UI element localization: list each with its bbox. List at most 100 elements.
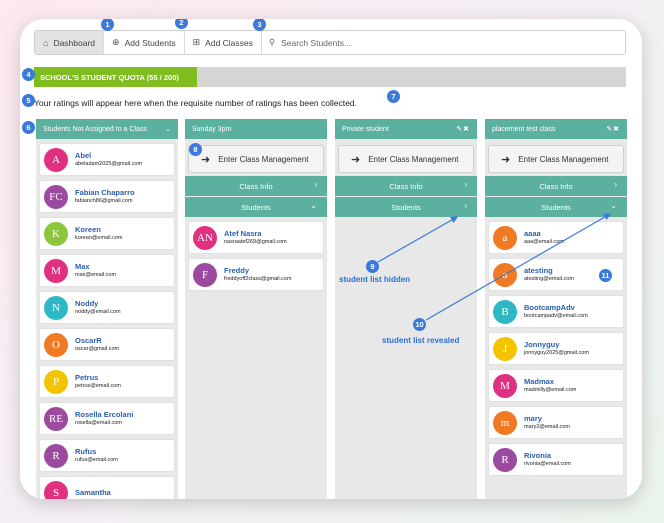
student-text: Rosella Ercolani rosella@email.com (75, 410, 133, 426)
student-card[interactable]: M Madmax madmilly@email.com (488, 369, 624, 402)
student-name[interactable]: Samantha (75, 488, 111, 497)
student-email: aaa@email.com (524, 238, 564, 245)
student-name[interactable]: Petrus (75, 373, 121, 382)
student-card[interactable]: RE Rosella Ercolani rosella@email.com (39, 402, 175, 435)
quota-label: SCHOOL'S STUDENT QUOTA (55 / 200) (40, 72, 179, 82)
student-name[interactable]: Rosella Ercolani (75, 410, 133, 419)
student-name[interactable]: Rufus (75, 447, 118, 456)
students-toggle-button[interactable]: Students ⌄ (485, 197, 627, 217)
class-title: Private student (342, 125, 389, 133)
enter-class-management-button[interactable]: ➜ Enter Class Management (338, 145, 474, 173)
student-name[interactable]: Madmax (524, 377, 576, 386)
student-card[interactable]: a aaaa aaa@email.com (488, 221, 624, 254)
student-name[interactable]: mary (524, 414, 570, 423)
quota-bar: SCHOOL'S STUDENT QUOTA (55 / 200) (34, 67, 626, 87)
student-email: rosella@email.com (75, 419, 122, 426)
avatar: RE (44, 406, 68, 431)
student-name[interactable]: atesting (524, 266, 574, 275)
student-text: Rufus rufus@email.com (75, 447, 118, 463)
chevron-right-icon: › (464, 201, 467, 210)
student-card[interactable]: F Freddy freddyoff2class@gmail.com (188, 258, 324, 291)
class-info-button[interactable]: Class Info › (185, 176, 327, 196)
student-card[interactable]: J Jonnyguy jonnyguy2025@gmail.com (488, 332, 624, 365)
student-name[interactable]: Rivonia (524, 451, 571, 460)
quota-fill: SCHOOL'S STUDENT QUOTA (55 / 200) (34, 67, 197, 87)
student-name[interactable]: OscarR (75, 336, 119, 345)
student-name[interactable]: aaaa (524, 229, 564, 238)
annotation-badge: 9 (366, 260, 379, 273)
avatar: J (493, 336, 517, 361)
student-email: nasraatef269@gmail.com (224, 238, 287, 245)
search-input[interactable]: ⚲ Search Students... (262, 31, 625, 54)
unassigned-list: A Abel abeladam2025@gmail.com FC Fabian Chap… (36, 143, 178, 499)
avatar: a (493, 225, 517, 250)
add-students-button[interactable]: ⊕ Add Students (104, 31, 185, 54)
plus-circle-icon: ⊕ (112, 37, 120, 47)
class-column: placement test class ✎✖ ➜ Enter Class Ma… (485, 119, 627, 499)
student-card[interactable]: P Petrus petrus@email.com (39, 365, 175, 398)
student-text: Freddy freddyoff2class@gmail.com (224, 266, 292, 282)
student-email: petrus@email.com (75, 382, 121, 389)
student-name[interactable]: Max (75, 262, 116, 271)
unassigned-column: Students Not Assigned to a Class ⌄ A Abel… (36, 119, 178, 499)
student-name[interactable]: Abel (75, 151, 142, 160)
student-card[interactable]: A Abel abeladam2025@gmail.com (39, 143, 175, 176)
student-name[interactable]: Jonnyguy (524, 340, 589, 349)
student-card[interactable]: m mary mary2@email.com (488, 406, 624, 439)
student-text: atesting atesting@email.com (524, 266, 574, 282)
student-card[interactable]: O OscarR oscar@gmail.com (39, 328, 175, 361)
student-card[interactable]: FC Fabian Chaparro fabianch86@gmail.com (39, 180, 175, 213)
class-header: Sunday 3pm (185, 119, 327, 139)
student-card[interactable]: N Noddy noddy@email.com (39, 291, 175, 324)
annotation-badge: 7 (387, 90, 400, 103)
student-name[interactable]: Koreen (75, 225, 122, 234)
student-email: freddyoff2class@gmail.com (224, 275, 292, 282)
avatar: M (44, 258, 68, 283)
student-name[interactable]: BootcampAdv (524, 303, 588, 312)
add-classes-button[interactable]: ⊞ Add Classes (185, 31, 262, 54)
annotation-badge: 10 (413, 318, 426, 331)
enter-class-management-button[interactable]: ➜ Enter Class Management (188, 145, 324, 173)
unassigned-header[interactable]: Students Not Assigned to a Class ⌄ (36, 119, 178, 139)
class-info-label: Class Info (239, 181, 273, 191)
class-info-button[interactable]: Class Info › (485, 176, 627, 196)
student-card[interactable]: R Rufus rufus@email.com (39, 439, 175, 472)
students-label: Students (391, 202, 421, 212)
annotation-badge: 5 (22, 94, 35, 107)
student-card[interactable]: R Rivonia rivonia@email.com (488, 443, 624, 476)
student-name[interactable]: Fabian Chaparro (75, 188, 135, 197)
edit-remove-icons[interactable]: ✎✖ (456, 125, 470, 133)
avatar: P (44, 369, 68, 394)
class-header: Private student ✎✖ (335, 119, 477, 139)
student-email: abeladam2025@gmail.com (75, 160, 143, 167)
student-email: korean@email.com (75, 234, 123, 241)
dashboard-button[interactable]: ⌂ Dashboard (35, 31, 105, 54)
annotation-badge: 4 (22, 68, 35, 81)
avatar: B (493, 299, 517, 324)
student-text: Atef Nasra nasraatef269@gmail.com (224, 229, 287, 245)
student-name[interactable]: Atef Nasra (224, 229, 287, 238)
student-card[interactable]: S Samantha (39, 476, 175, 499)
chevron-right-icon: › (314, 180, 317, 189)
add-students-label: Add Students (124, 37, 176, 48)
edit-remove-icons[interactable]: ✎✖ (606, 125, 620, 133)
student-card[interactable]: K Koreen korean@email.com (39, 217, 175, 250)
student-card[interactable]: M Max max@email.com (39, 254, 175, 287)
student-name[interactable]: Noddy (75, 299, 121, 308)
students-toggle-button[interactable]: Students › (335, 197, 477, 217)
student-text: Max max@email.com (75, 262, 116, 278)
students-toggle-button[interactable]: Students ⌄ (185, 197, 327, 217)
student-email: oscar@gmail.com (75, 345, 120, 352)
enter-class-management-button[interactable]: ➜ Enter Class Management (488, 145, 624, 173)
class-info-button[interactable]: Class Info › (335, 176, 477, 196)
student-text: OscarR oscar@gmail.com (75, 336, 119, 352)
student-email: madmilly@email.com (524, 386, 577, 393)
student-card[interactable]: B BootcampAdv bootcampadv@email.com (488, 295, 624, 328)
add-classes-label: Add Classes (205, 37, 253, 48)
student-text: Petrus petrus@email.com (75, 373, 121, 389)
student-name[interactable]: Freddy (224, 266, 292, 275)
avatar: A (44, 147, 68, 172)
grid-icon: ⊞ (192, 37, 201, 47)
student-card[interactable]: AN Atef Nasra nasraatef269@gmail.com (188, 221, 324, 254)
search-placeholder: Search Students... (281, 37, 352, 48)
